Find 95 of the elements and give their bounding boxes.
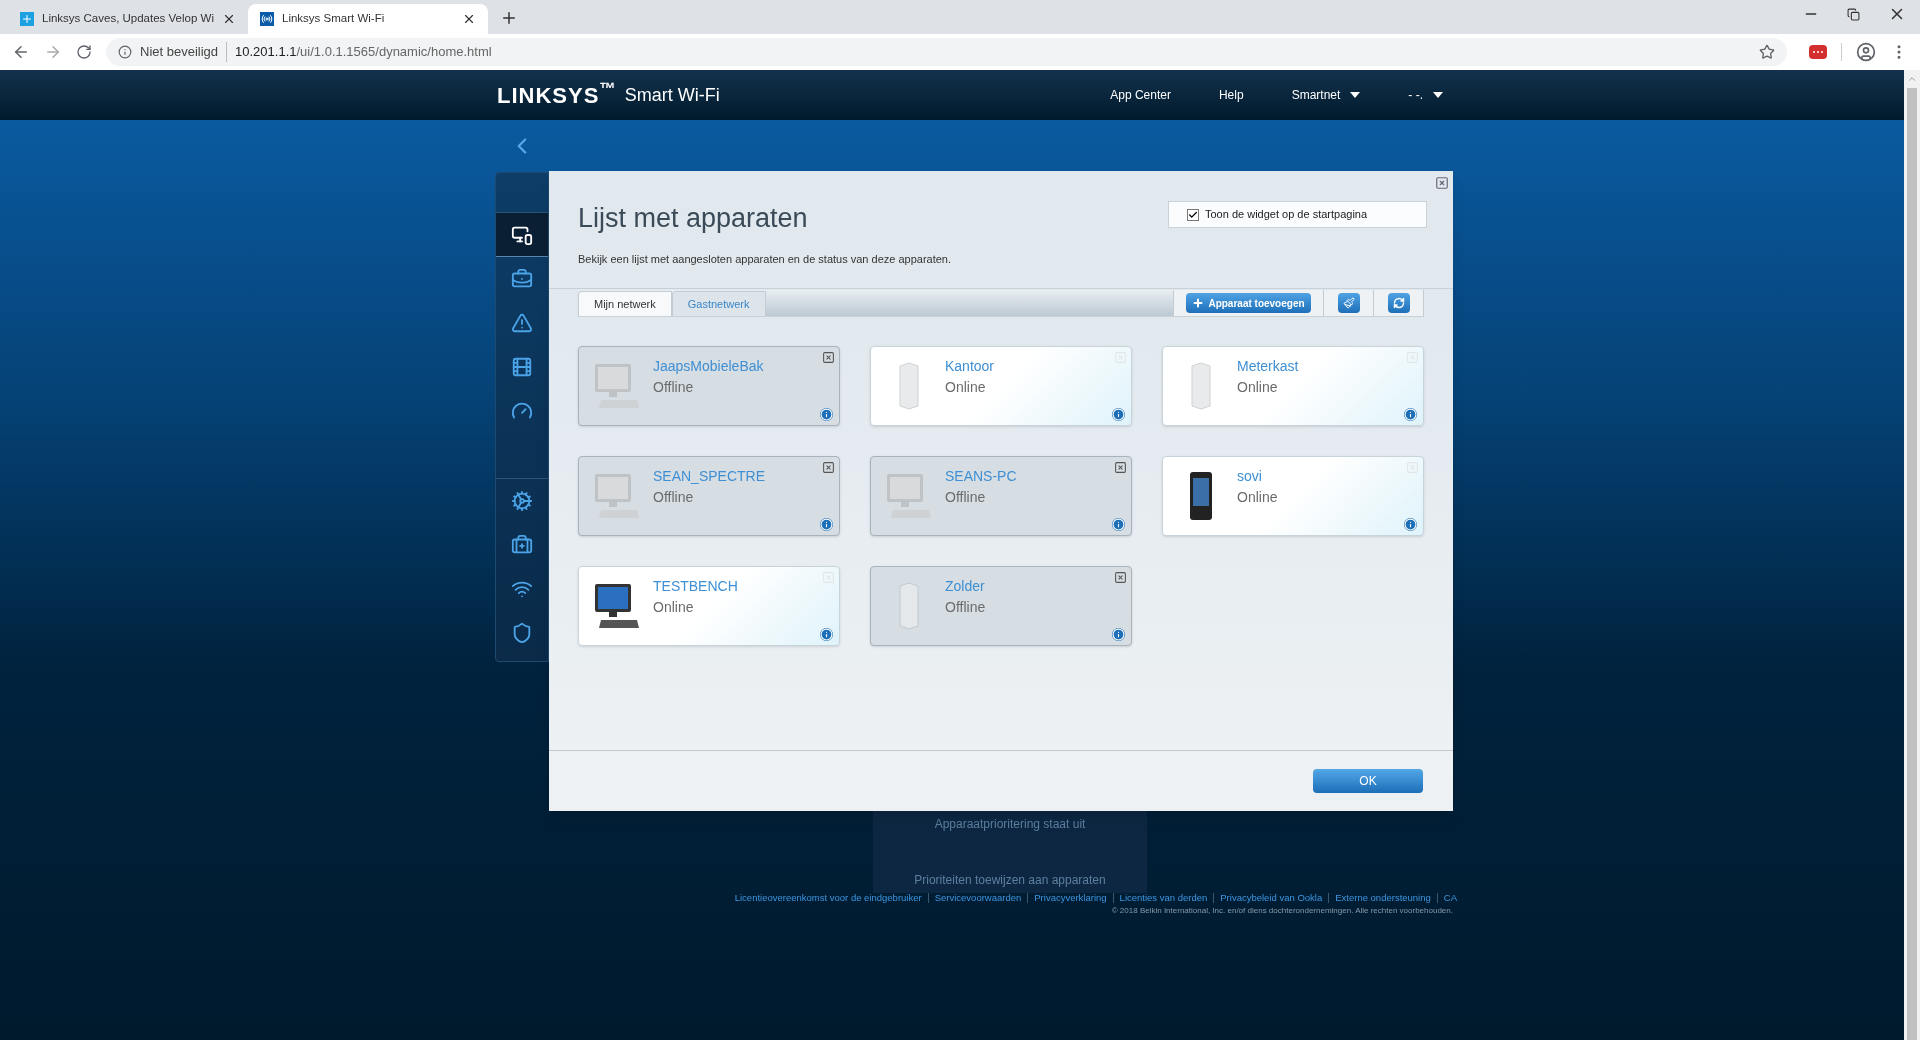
device-card[interactable]: sovi Online <box>1162 456 1424 536</box>
info-icon[interactable] <box>1112 628 1125 641</box>
nav-link[interactable]: App Center <box>1110 86 1171 104</box>
device-card[interactable]: JaapsMobieleBak Offline <box>578 346 840 426</box>
shield-icon <box>511 622 533 644</box>
nav-link[interactable]: - -. <box>1408 86 1443 104</box>
network-tab[interactable]: Gastnetwerk <box>671 291 766 316</box>
new-tab-icon[interactable] <box>500 9 518 27</box>
device-status: Online <box>1237 378 1279 397</box>
device-name: JaapsMobieleBak <box>653 357 764 376</box>
network-tab[interactable]: Mijn netwerk <box>578 291 672 316</box>
remove-icon[interactable] <box>822 351 835 364</box>
device-status: Offline <box>945 598 986 617</box>
extension-icon[interactable] <box>1809 45 1827 59</box>
info-icon[interactable] <box>820 408 833 421</box>
ok-button[interactable]: OK <box>1313 769 1423 793</box>
back-icon[interactable] <box>12 43 30 61</box>
info-icon[interactable] <box>1112 518 1125 531</box>
footer-link[interactable]: Licentieovereenkomst voor de eindgebruiker <box>734 891 922 906</box>
device-status: Offline <box>653 488 695 507</box>
device-name: Meterkast <box>1237 357 1299 376</box>
close-icon[interactable] <box>462 12 476 26</box>
restore-icon[interactable] <box>1847 7 1860 21</box>
info-icon[interactable] <box>820 628 833 641</box>
footer-link[interactable]: CA <box>1443 891 1457 906</box>
panel-text: Prioriteiten toewijzen aan apparaten <box>914 872 1106 889</box>
router-node-icon <box>896 582 922 630</box>
footer-link[interactable]: Privacybeleid van Ookla <box>1220 891 1323 906</box>
device-card[interactable]: SEANS-PC Offline <box>870 456 1132 536</box>
device-name: Kantoor <box>945 357 995 376</box>
device-name: SEANS-PC <box>945 467 1017 486</box>
device-name: sovi <box>1237 467 1263 486</box>
brand-logo: LINKSYS$^{™}$ <box>497 78 617 110</box>
browser-tab[interactable]: Linksys Smart Wi-Fi <box>248 4 488 34</box>
address-field[interactable]: Niet beveiligd 10.201.1.1/ui/1.0.1.1565/dynamic/home.html <box>106 38 1787 66</box>
signal-favicon-icon <box>260 12 274 26</box>
brush-icon <box>1342 297 1355 309</box>
profile-icon[interactable] <box>1856 42 1876 62</box>
device-card[interactable]: TESTBENCH Online <box>578 566 840 646</box>
remove-icon[interactable] <box>822 461 835 474</box>
device-card[interactable]: Zolder Offline <box>870 566 1132 646</box>
nav-link[interactable]: Help <box>1218 86 1244 104</box>
refresh-button[interactable] <box>1387 293 1410 313</box>
smartphone-icon <box>1188 471 1214 521</box>
product-name: Smart Wi-Fi <box>624 83 720 107</box>
tab-title: Linksys Caves, Updates Velop Wi <box>42 11 214 27</box>
dialog-description: Bekijk een lijst met aangesloten apparaten en de status van deze apparaten. <box>578 251 953 267</box>
remove-icon[interactable] <box>1114 461 1127 474</box>
widget-checkbox-field[interactable]: Toon de widget op de startpagina <box>1168 201 1427 228</box>
device-status: Online <box>1237 488 1278 507</box>
nav-link[interactable]: Smartnet <box>1291 86 1361 104</box>
refresh-icon <box>1392 297 1405 309</box>
security-label: Niet beveiligd <box>140 42 228 62</box>
device-name: SEAN_SPECTRE <box>653 467 766 486</box>
info-icon <box>118 45 132 59</box>
film-icon <box>511 356 533 378</box>
device-name: Zolder <box>945 577 986 596</box>
device-name: TESTBENCH <box>653 577 738 596</box>
info-icon[interactable] <box>1112 408 1125 421</box>
url-text: 10.201.1.1/ui/1.0.1.1565/dynamic/home.html <box>235 43 492 62</box>
copyright-text: © 2018 Belkin International, Inc. en/of diens dochterondernemingen. Alle rechten voorbehouden. <box>1110 905 1453 918</box>
add-device-button[interactable]: Apparaat toevoegen <box>1186 293 1311 313</box>
scrollbar-thumb[interactable] <box>1907 88 1917 1040</box>
info-icon[interactable] <box>1404 518 1417 531</box>
device-status: Online <box>653 598 695 617</box>
bookmark-star-icon[interactable] <box>1759 44 1775 60</box>
plus-favicon-icon <box>20 12 34 26</box>
toolbox-icon <box>511 268 533 290</box>
sidebar-item[interactable] <box>496 213 548 257</box>
device-card[interactable]: Kantoor Online <box>870 346 1132 426</box>
reload-icon[interactable] <box>76 44 92 60</box>
browser-tab[interactable]: Linksys Caves, Updates Velop Wi <box>8 4 248 34</box>
device-status: Offline <box>653 378 695 397</box>
info-icon[interactable] <box>1404 408 1417 421</box>
footer-link[interactable]: Licenties van derden <box>1119 891 1208 906</box>
device-status: Offline <box>945 488 987 507</box>
footer-link[interactable]: Servicevoorwaarden <box>934 891 1022 906</box>
plus-icon <box>1192 297 1205 309</box>
clean-up-button[interactable] <box>1337 293 1360 313</box>
warning-triangle-icon <box>511 312 533 334</box>
router-node-icon <box>1188 362 1214 410</box>
close-icon[interactable] <box>222 12 236 26</box>
footer-link[interactable]: Privacyverklaring <box>1034 891 1107 906</box>
remove-icon[interactable] <box>1114 571 1127 584</box>
panel-text: Apparaatprioritering staat uit <box>934 816 1086 833</box>
footer-link[interactable]: Externe ondersteuning <box>1335 891 1431 906</box>
tab-title: Linksys Smart Wi-Fi <box>282 11 386 27</box>
checkbox[interactable] <box>1187 208 1199 221</box>
device-status: Online <box>945 378 987 397</box>
device-card[interactable]: SEAN_SPECTRE Offline <box>578 456 840 536</box>
info-icon[interactable] <box>820 518 833 531</box>
device-card[interactable]: Meterkast Online <box>1162 346 1424 426</box>
medical-kit-icon <box>511 534 533 556</box>
dialog-title: Lijst met apparaten <box>578 202 809 235</box>
router-node-icon <box>896 362 922 410</box>
